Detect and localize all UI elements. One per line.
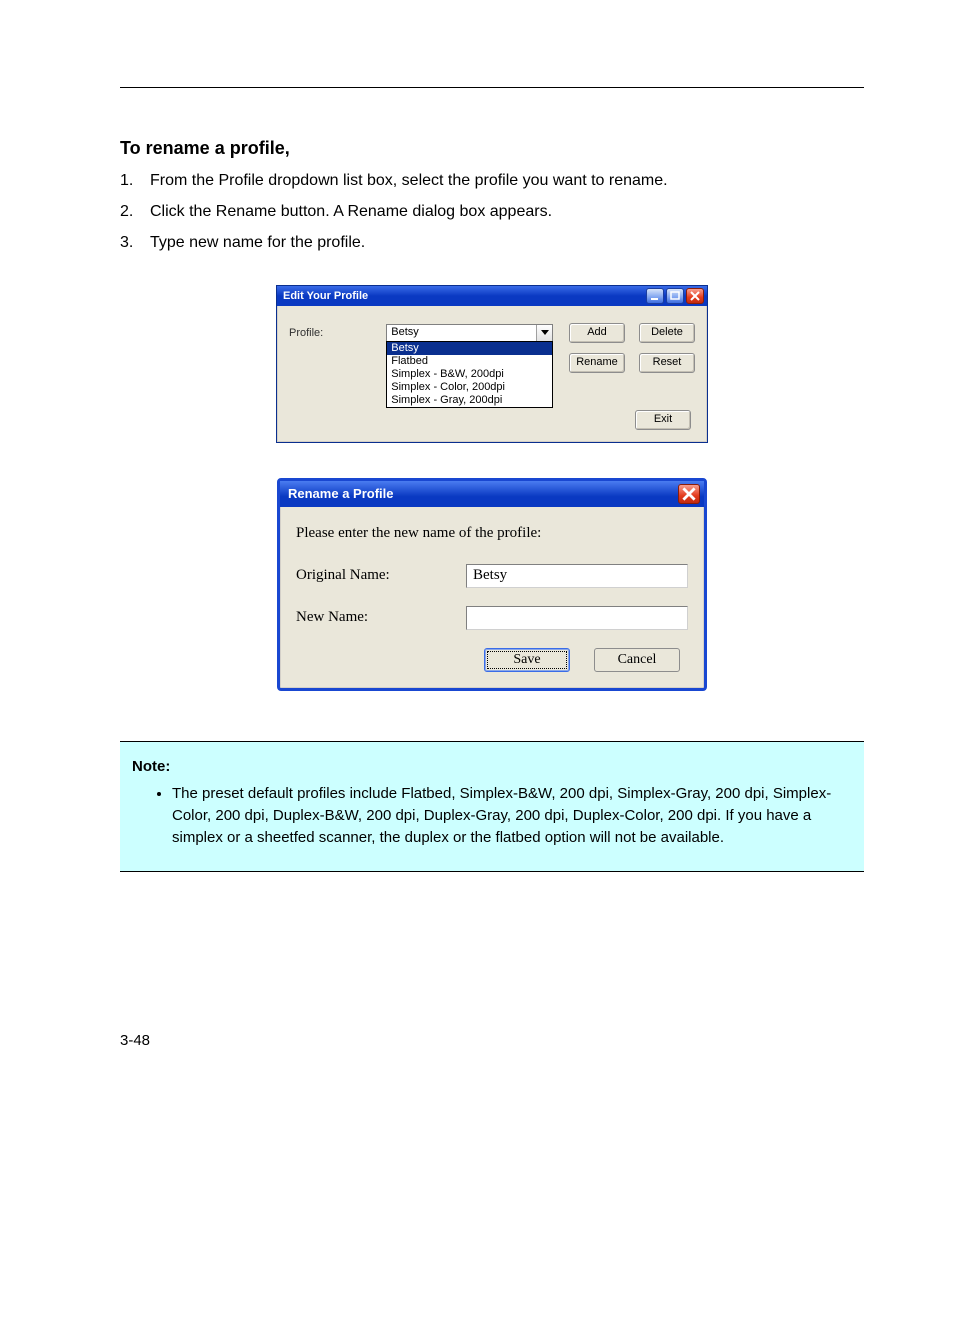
rename-profile-dialog: Rename a Profile Please enter the new na… bbox=[277, 478, 707, 691]
dropdown-option[interactable]: Simplex - B&W, 200dpi bbox=[387, 368, 552, 381]
original-name-field[interactable] bbox=[466, 564, 688, 588]
maximize-button[interactable] bbox=[666, 288, 684, 304]
close-button[interactable] bbox=[686, 288, 704, 304]
step-text: From the Profile dropdown list box, sele… bbox=[150, 169, 864, 192]
original-name-label: Original Name: bbox=[296, 567, 466, 584]
profile-selected-value: Betsy bbox=[387, 325, 536, 341]
step-number: 2. bbox=[120, 200, 150, 223]
profile-dropdown-list[interactable]: Betsy Flatbed Simplex - B&W, 200dpi Simp… bbox=[386, 341, 553, 408]
dropdown-option[interactable]: Flatbed bbox=[387, 355, 552, 368]
reset-button[interactable]: Reset bbox=[639, 353, 695, 373]
step-text: Click the Rename button. A Rename dialog… bbox=[150, 200, 864, 223]
profile-combobox[interactable]: Betsy bbox=[386, 324, 553, 342]
note-label: Note: bbox=[132, 756, 852, 778]
page-number: 3-48 bbox=[120, 1032, 864, 1049]
rename-button[interactable]: Rename bbox=[569, 353, 625, 373]
cancel-button[interactable]: Cancel bbox=[594, 648, 680, 672]
step-number: 3. bbox=[120, 231, 150, 254]
dropdown-option[interactable]: Simplex - Color, 200dpi bbox=[387, 381, 552, 394]
edit-profile-dialog: Edit Your Profile Profile: bbox=[276, 285, 708, 443]
chevron-down-icon[interactable] bbox=[536, 325, 552, 341]
note-item: The preset default profiles include Flat… bbox=[172, 783, 852, 848]
section-title-rename: To rename a profile, bbox=[120, 138, 864, 159]
new-name-field[interactable] bbox=[466, 606, 688, 630]
step-number: 1. bbox=[120, 169, 150, 192]
minimize-button[interactable] bbox=[646, 288, 664, 304]
add-button[interactable]: Add bbox=[569, 323, 625, 343]
close-button[interactable] bbox=[678, 484, 700, 504]
step-item: 1. From the Profile dropdown list box, s… bbox=[120, 169, 864, 192]
rename-steps-list: 1. From the Profile dropdown list box, s… bbox=[120, 169, 864, 255]
delete-button[interactable]: Delete bbox=[639, 323, 695, 343]
window-title: Edit Your Profile bbox=[283, 290, 646, 302]
profile-label: Profile: bbox=[289, 324, 386, 339]
titlebar[interactable]: Edit Your Profile bbox=[277, 286, 707, 306]
step-item: 2. Click the Rename button. A Rename dia… bbox=[120, 200, 864, 223]
note-box: Note: The preset default profiles includ… bbox=[120, 741, 864, 872]
dropdown-option[interactable]: Simplex - Gray, 200dpi bbox=[387, 394, 552, 407]
header-rule bbox=[120, 60, 864, 88]
window-title: Rename a Profile bbox=[288, 486, 678, 501]
dropdown-option[interactable]: Betsy bbox=[387, 342, 552, 355]
step-text: Type new name for the profile. bbox=[150, 231, 864, 254]
new-name-label: New Name: bbox=[296, 609, 466, 626]
exit-button[interactable]: Exit bbox=[635, 410, 691, 430]
save-button[interactable]: Save bbox=[484, 648, 570, 672]
step-item: 3. Type new name for the profile. bbox=[120, 231, 864, 254]
rename-prompt: Please enter the new name of the profile… bbox=[296, 525, 688, 542]
titlebar[interactable]: Rename a Profile bbox=[280, 481, 704, 507]
